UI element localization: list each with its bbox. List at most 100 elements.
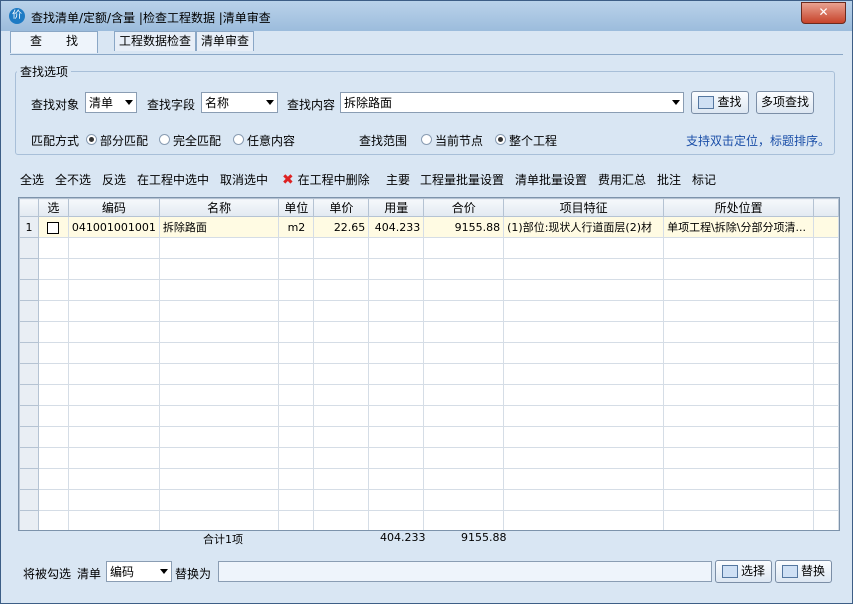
- tab-find[interactable]: 查 找: [10, 31, 98, 53]
- row-checkbox[interactable]: [47, 221, 60, 234]
- empty-cell[interactable]: [503, 489, 665, 511]
- empty-cell[interactable]: [663, 321, 815, 343]
- empty-cell[interactable]: [67, 342, 160, 364]
- empty-cell[interactable]: [663, 447, 815, 469]
- column-header[interactable]: 名称: [158, 198, 280, 217]
- empty-cell[interactable]: [663, 237, 815, 259]
- empty-cell[interactable]: [368, 279, 425, 301]
- empty-cell[interactable]: [67, 363, 160, 385]
- empty-cell[interactable]: [423, 363, 505, 385]
- empty-cell[interactable]: [313, 447, 370, 469]
- table-row[interactable]: [19, 510, 839, 530]
- empty-cell[interactable]: [313, 363, 370, 385]
- empty-cell[interactable]: [158, 426, 280, 448]
- empty-cell[interactable]: [37, 300, 69, 322]
- empty-cell[interactable]: [663, 468, 815, 490]
- empty-cell[interactable]: [278, 447, 315, 469]
- empty-cell[interactable]: [278, 258, 315, 280]
- empty-cell[interactable]: [813, 279, 839, 301]
- results-grid[interactable]: 选 编码 名称 单位 单价 用量 合价 项目特征 所处位置 1 04100100…: [18, 197, 840, 531]
- empty-cell[interactable]: [423, 426, 505, 448]
- delete-in-project-button[interactable]: ✖ 在工程中删除: [282, 171, 370, 188]
- empty-cell[interactable]: [37, 510, 69, 530]
- empty-cell[interactable]: [423, 447, 505, 469]
- empty-cell[interactable]: [813, 426, 839, 448]
- table-row[interactable]: 1 041001001001 拆除路面 m2 22.65 404.233 915…: [19, 216, 839, 238]
- empty-cell[interactable]: [368, 447, 425, 469]
- tab-list-review[interactable]: 清单审查: [196, 31, 254, 51]
- empty-cell[interactable]: [503, 447, 665, 469]
- empty-cell[interactable]: [503, 258, 665, 280]
- empty-cell[interactable]: [503, 468, 665, 490]
- table-row[interactable]: [19, 363, 839, 385]
- empty-cell[interactable]: [37, 342, 69, 364]
- column-header[interactable]: 单位: [278, 198, 315, 217]
- empty-cell[interactable]: [313, 300, 370, 322]
- empty-cell[interactable]: [663, 342, 815, 364]
- empty-cell[interactable]: [423, 405, 505, 427]
- empty-cell[interactable]: [813, 489, 839, 511]
- replace-input[interactable]: [218, 561, 712, 582]
- scope-whole-radio[interactable]: [495, 134, 506, 145]
- empty-cell[interactable]: [278, 510, 315, 530]
- main-button[interactable]: 主要: [386, 171, 410, 188]
- empty-cell[interactable]: [37, 237, 69, 259]
- column-header[interactable]: 合价: [423, 198, 505, 217]
- select-all-button[interactable]: 全选: [20, 171, 44, 188]
- empty-cell[interactable]: [313, 321, 370, 343]
- empty-cell[interactable]: [423, 384, 505, 406]
- empty-cell[interactable]: [278, 489, 315, 511]
- table-row[interactable]: [19, 447, 839, 469]
- invert-selection-button[interactable]: 反选: [102, 171, 126, 188]
- empty-cell[interactable]: [503, 237, 665, 259]
- empty-cell[interactable]: [313, 468, 370, 490]
- table-row[interactable]: [19, 321, 839, 343]
- mark-button[interactable]: 标记: [692, 171, 716, 188]
- empty-cell[interactable]: [663, 363, 815, 385]
- feature-cell[interactable]: (1)部位:现状人行道面层(2)材: [503, 216, 665, 238]
- empty-cell[interactable]: [813, 363, 839, 385]
- empty-cell[interactable]: [423, 300, 505, 322]
- empty-cell[interactable]: [67, 447, 160, 469]
- empty-cell[interactable]: [67, 384, 160, 406]
- empty-cell[interactable]: [368, 363, 425, 385]
- table-row[interactable]: [19, 489, 839, 511]
- empty-cell[interactable]: [37, 405, 69, 427]
- empty-cell[interactable]: [663, 384, 815, 406]
- column-header[interactable]: 单价: [313, 198, 370, 217]
- empty-cell[interactable]: [813, 510, 839, 530]
- table-row[interactable]: [19, 237, 839, 259]
- total-cell[interactable]: 9155.88: [423, 216, 505, 238]
- location-cell[interactable]: 单项工程\拆除\分部分项清...: [663, 216, 815, 238]
- empty-cell[interactable]: [158, 363, 280, 385]
- empty-cell[interactable]: [37, 384, 69, 406]
- empty-cell[interactable]: [663, 300, 815, 322]
- empty-cell[interactable]: [368, 300, 425, 322]
- empty-cell[interactable]: [278, 279, 315, 301]
- empty-cell[interactable]: [158, 510, 280, 530]
- content-combobox[interactable]: 拆除路面: [340, 92, 684, 113]
- tab-project-check[interactable]: 工程数据检查: [114, 31, 196, 51]
- close-button[interactable]: ✕: [801, 2, 846, 24]
- empty-cell[interactable]: [278, 300, 315, 322]
- empty-cell[interactable]: [67, 426, 160, 448]
- table-row[interactable]: [19, 405, 839, 427]
- empty-cell[interactable]: [67, 489, 160, 511]
- empty-cell[interactable]: [158, 258, 280, 280]
- title-bar[interactable]: 价 查找清单/定额/含量 |检查工程数据 |清单审查 ✕: [1, 1, 852, 31]
- empty-cell[interactable]: [423, 237, 505, 259]
- empty-cell[interactable]: [158, 405, 280, 427]
- cost-summary-button[interactable]: 费用汇总: [598, 171, 646, 188]
- target-select[interactable]: 清单: [85, 92, 137, 113]
- empty-cell[interactable]: [813, 300, 839, 322]
- empty-cell[interactable]: [37, 426, 69, 448]
- empty-cell[interactable]: [503, 426, 665, 448]
- row-checkbox-cell[interactable]: [37, 216, 69, 238]
- empty-cell[interactable]: [158, 321, 280, 343]
- empty-cell[interactable]: [368, 468, 425, 490]
- annotate-button[interactable]: 批注: [657, 171, 681, 188]
- empty-cell[interactable]: [278, 237, 315, 259]
- price-cell[interactable]: 22.65: [313, 216, 370, 238]
- empty-cell[interactable]: [503, 300, 665, 322]
- column-header[interactable]: 用量: [368, 198, 425, 217]
